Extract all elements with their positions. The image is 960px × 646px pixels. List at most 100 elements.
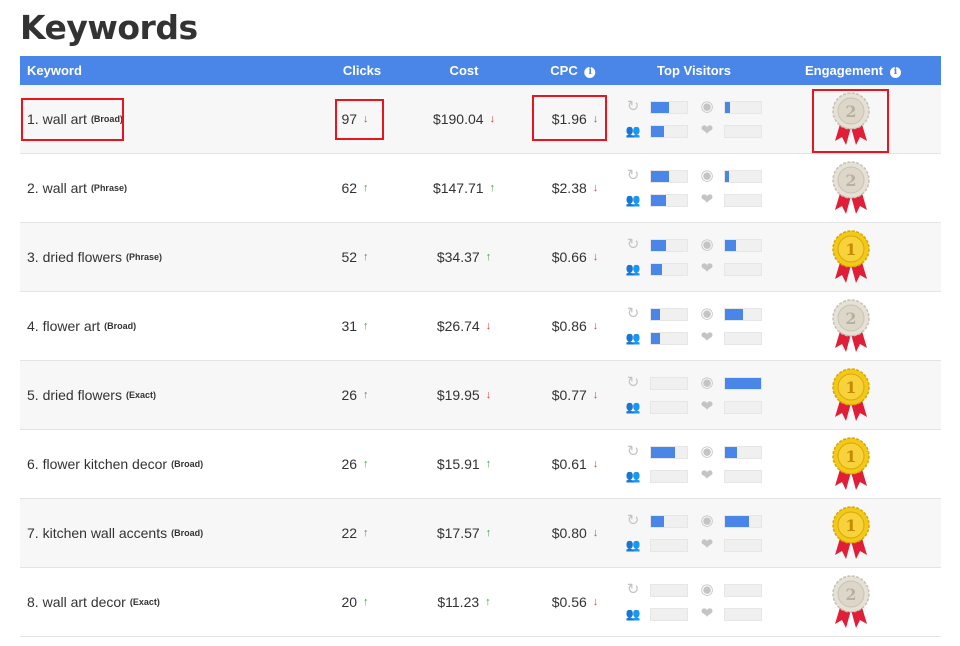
table-row[interactable]: 1. wall art (Broad) 97 ↓ $190.04 ↓ $1.96↓ ↻… (20, 85, 941, 154)
keyword-rank: 1. (27, 111, 39, 127)
keyword-text[interactable]: dried flowers (43, 387, 122, 403)
engagement-medal-icon: 2 (831, 160, 871, 216)
trend-arrow-icon: ↑ (486, 251, 492, 263)
hearts-icon: ❤ (698, 123, 716, 139)
group-bar (650, 194, 688, 207)
returning-visitor-icon: ↻ (624, 99, 642, 115)
engagement-medal-icon: 1 (831, 367, 871, 423)
table-row[interactable]: 7. kitchen wall accents(Broad) 22↑ $17.5… (20, 499, 941, 568)
match-type: (Exact) (126, 390, 156, 400)
table-row[interactable]: 4. flower art(Broad) 31↑ $26.74↓ $0.86↓ … (20, 292, 941, 361)
match-type: (Phrase) (91, 183, 127, 193)
clicks-value: 26 (341, 387, 357, 403)
trend-arrow-icon: ↓ (593, 458, 599, 470)
header-cpc[interactable]: CPC (550, 63, 577, 78)
trend-arrow-icon: ↑ (486, 527, 492, 539)
match-type: (Exact) (130, 597, 160, 607)
group-bar (650, 401, 688, 414)
eye-icon: ◉ (698, 582, 716, 598)
hearts-icon: ❤ (698, 468, 716, 484)
returning-bar (650, 170, 688, 183)
views-bar (724, 170, 762, 183)
trend-arrow-icon: ↑ (363, 527, 369, 539)
returning-bar (650, 239, 688, 252)
keyword-text[interactable]: wall art (43, 111, 87, 127)
hearts-icon: ❤ (698, 399, 716, 415)
views-bar (724, 584, 762, 597)
returning-visitor-icon: ↻ (624, 513, 642, 529)
trend-arrow-icon: ↓ (593, 113, 599, 125)
eye-icon: ◉ (698, 237, 716, 253)
cpc-cell: $0.66↓ (552, 223, 599, 291)
header-top-visitors[interactable]: Top Visitors (657, 56, 731, 85)
header-engagement[interactable]: Engagement (805, 63, 883, 78)
group-bar (650, 263, 688, 276)
trend-arrow-icon: ↑ (363, 458, 369, 470)
cpc-info-icon[interactable]: i (585, 67, 596, 78)
header-cost[interactable]: Cost (450, 56, 479, 85)
clicks-value: 52 (341, 249, 357, 265)
users-icon: 👥 (624, 468, 642, 484)
header-cpc-group: CPC i (550, 56, 595, 85)
cpc-cell: $0.86↓ (552, 292, 599, 360)
keyword-rank: 8. (27, 594, 39, 610)
table-row[interactable]: 5. dried flowers(Exact) 26↑ $19.95↓ $0.7… (20, 361, 941, 430)
trend-arrow-icon: ↓ (486, 320, 492, 332)
clicks-value: 97 (341, 111, 357, 127)
hearts-icon: ❤ (698, 606, 716, 622)
returning-visitor-icon: ↻ (624, 168, 642, 184)
table-row[interactable]: 8. wall art decor(Exact) 20↑ $11.23↑ $0.… (20, 568, 941, 637)
trend-arrow-icon: ↓ (363, 113, 369, 125)
hearts-icon: ❤ (698, 261, 716, 277)
trend-arrow-icon: ↑ (363, 251, 369, 263)
views-bar (724, 239, 762, 252)
keyword-text[interactable]: dried flowers (43, 249, 122, 265)
match-type: (Broad) (91, 114, 123, 124)
keyword-text[interactable]: wall art (43, 180, 87, 196)
engagement-medal-icon: 1 (831, 505, 871, 561)
medal-number: 2 (845, 102, 856, 121)
keyword-rank: 3. (27, 249, 39, 265)
cpc-cell: $0.80↓ (552, 499, 599, 567)
views-bar (724, 446, 762, 459)
returning-bar (650, 584, 688, 597)
cost-value: $190.04 (433, 111, 484, 127)
clicks-cell: 20↑ (341, 568, 368, 636)
views-bar (724, 101, 762, 114)
cpc-value: $0.56 (552, 594, 587, 610)
cpc-cell: $0.77↓ (552, 361, 599, 429)
likes-bar (724, 401, 762, 414)
trend-arrow-icon: ↓ (593, 182, 599, 194)
users-icon: 👥 (624, 261, 642, 277)
keyword-rank: 6. (27, 456, 39, 472)
table-row[interactable]: 6. flower kitchen decor(Broad) 26↑ $15.9… (20, 430, 941, 499)
returning-bar (650, 515, 688, 528)
cpc-cell: $1.96↓ (552, 85, 599, 153)
header-keyword[interactable]: Keyword (27, 56, 82, 85)
trend-arrow-icon: ↑ (363, 596, 369, 608)
views-bar (724, 377, 762, 390)
cpc-cell: $0.56↓ (552, 568, 599, 636)
engagement-info-icon[interactable]: i (890, 67, 901, 78)
keyword-text[interactable]: kitchen wall accents (43, 525, 168, 541)
table-row[interactable]: 2. wall art(Phrase) 62↑ $147.71↑ $2.38↓ … (20, 154, 941, 223)
keyword-rank: 7. (27, 525, 39, 541)
cost-cell: $19.95↓ (437, 361, 491, 429)
match-type: (Phrase) (126, 252, 162, 262)
medal-number: 2 (845, 171, 856, 190)
cpc-value: $0.66 (552, 249, 587, 265)
cost-cell: $147.71↑ (433, 154, 495, 222)
keyword-cell: 4. flower art(Broad) (27, 292, 136, 360)
keyword-text[interactable]: wall art decor (43, 594, 126, 610)
table-row[interactable]: 3. dried flowers(Phrase) 52↑ $34.37↑ $0.… (20, 223, 941, 292)
keyword-text[interactable]: flower kitchen decor (43, 456, 168, 472)
keyword-text[interactable]: flower art (43, 318, 101, 334)
trend-arrow-icon: ↑ (363, 389, 369, 401)
trend-arrow-icon: ↑ (485, 596, 491, 608)
returning-visitor-icon: ↻ (624, 375, 642, 391)
cost-cell: $15.91↑ (437, 430, 491, 498)
cost-value: $17.57 (437, 525, 480, 541)
engagement-medal-icon: 2 (831, 298, 871, 354)
cost-value: $19.95 (437, 387, 480, 403)
header-clicks[interactable]: Clicks (343, 56, 381, 85)
